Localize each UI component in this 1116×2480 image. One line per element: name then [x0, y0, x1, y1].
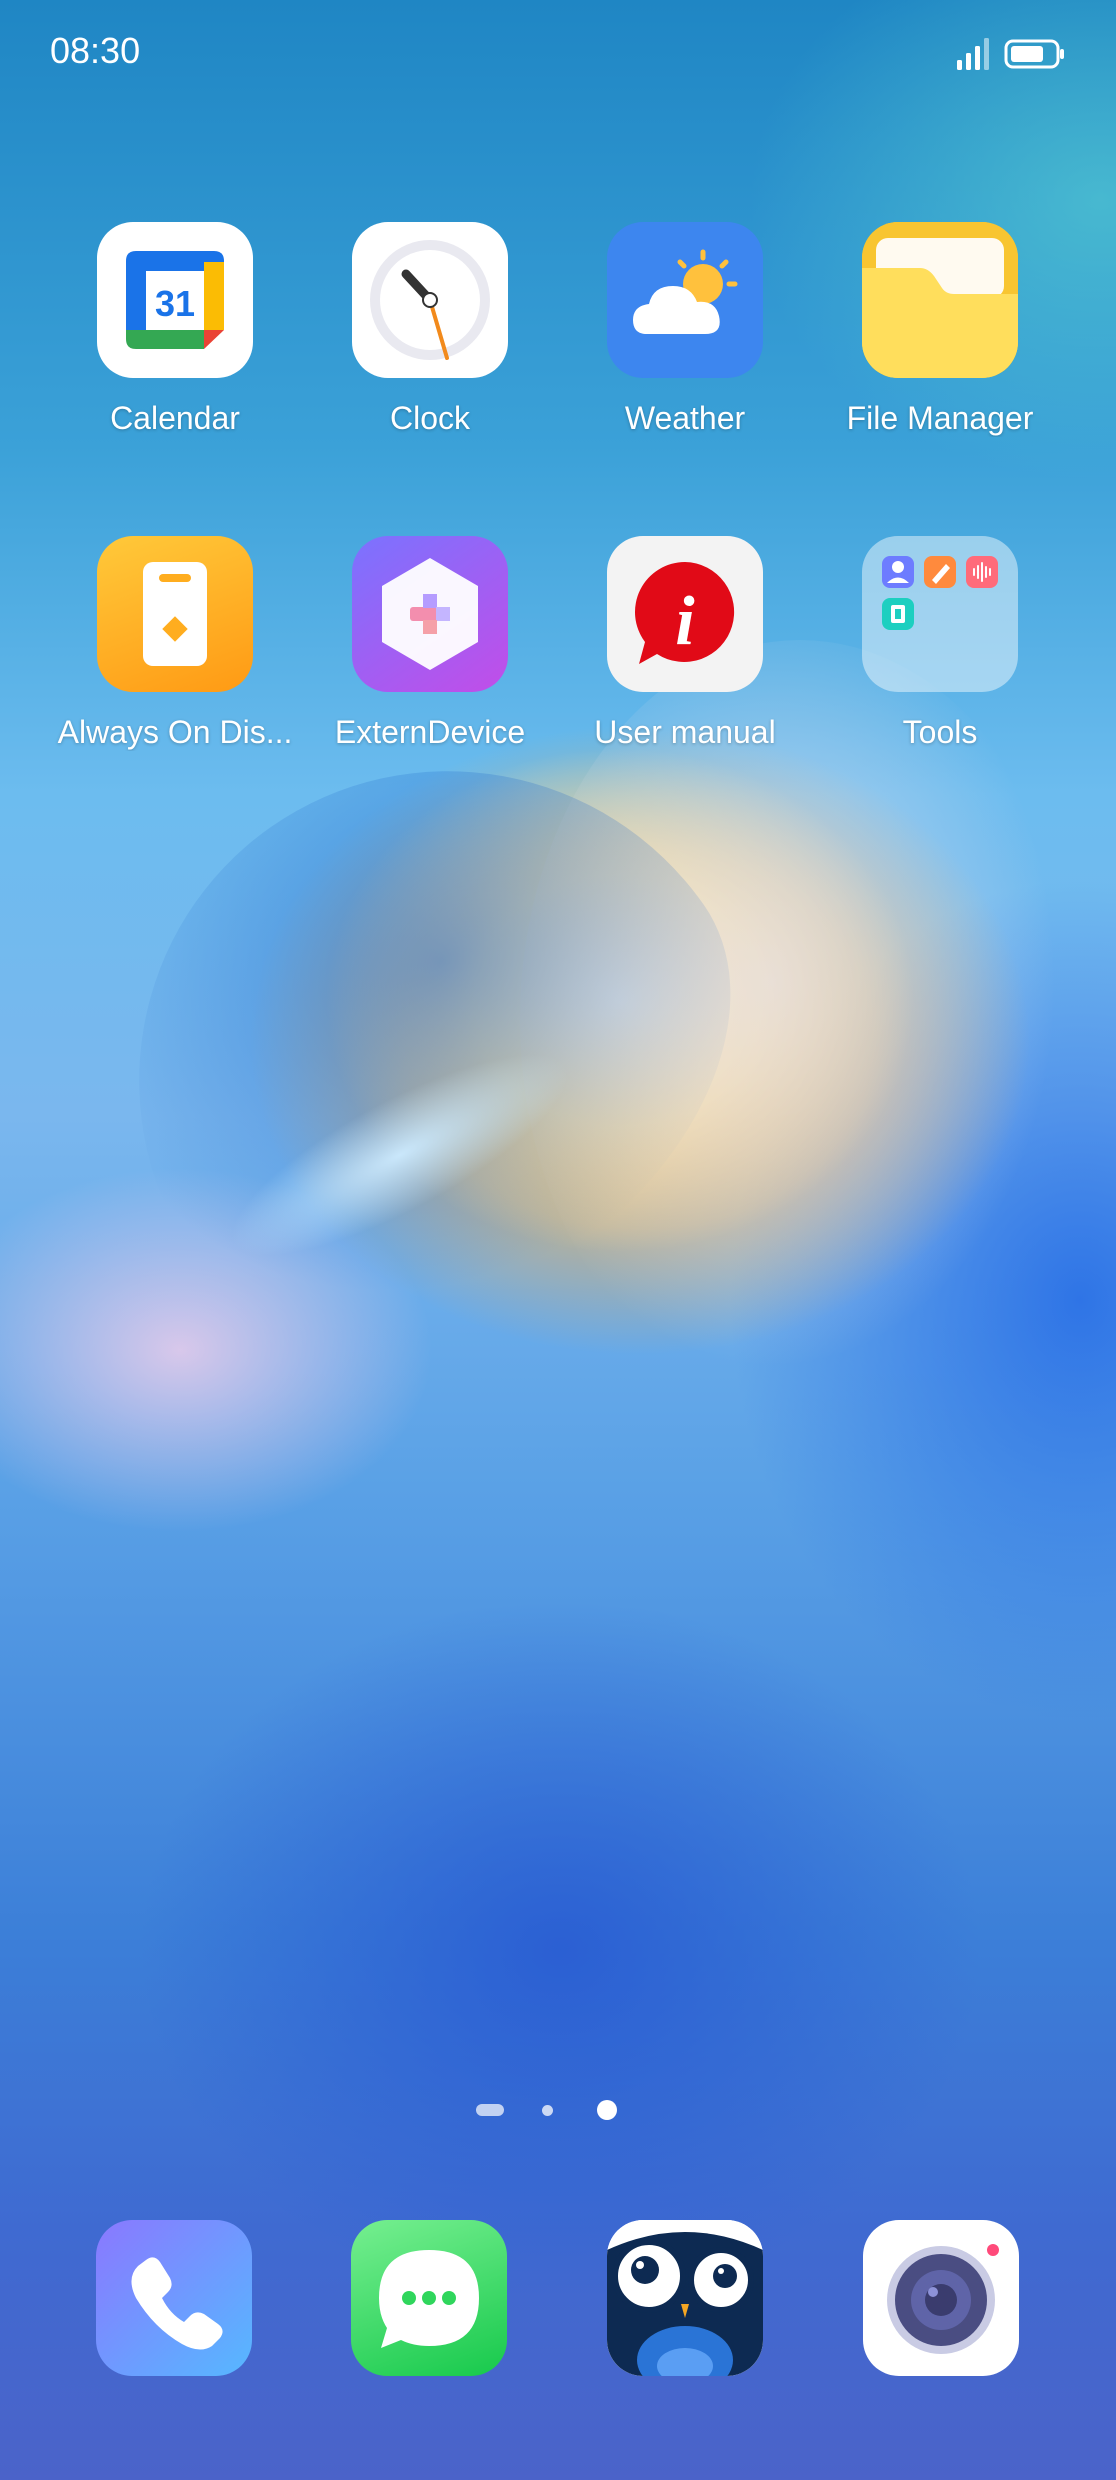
app-clock[interactable]: Clock — [305, 222, 555, 437]
messages-icon[interactable] — [351, 2220, 507, 2376]
app-label: ExternDevice — [334, 714, 526, 750]
always-on-display-icon — [97, 536, 253, 692]
camera-icon[interactable] — [863, 2220, 1019, 2376]
page-indicator-minus-one[interactable] — [476, 2104, 504, 2116]
folder-tools[interactable]: Tools — [815, 536, 1065, 751]
status-bar: 08:30 — [0, 0, 1116, 110]
app-label: File Manager — [846, 400, 1034, 436]
svg-text:i: i — [675, 583, 695, 660]
status-time: 08:30 — [50, 30, 141, 71]
weather-icon — [607, 222, 763, 378]
clock-icon — [352, 222, 508, 378]
phone-icon[interactable] — [96, 2220, 252, 2376]
battery-icon — [1004, 39, 1064, 69]
app-user-manual[interactable]: i User manual — [560, 536, 810, 751]
calendar-icon: 31 — [97, 222, 253, 378]
app-always-on-display[interactable]: Always On Dis... — [50, 536, 300, 751]
info-icon: i — [607, 536, 763, 692]
app-label: Clock — [389, 400, 470, 436]
app-externdevice[interactable]: ExternDevice — [305, 536, 555, 751]
page-indicator[interactable] — [0, 2098, 1116, 2122]
folder-tools-icon — [862, 536, 1018, 692]
calendar-date: 31 — [155, 283, 195, 324]
folder-icon — [862, 222, 1018, 378]
app-file-manager[interactable]: File Manager — [815, 222, 1065, 437]
home-screen: 08:30 31 Calendar Clock Weather File Man… — [0, 0, 1116, 2480]
app-label: Weather — [624, 400, 746, 436]
app-label: Always On Dis... — [57, 714, 293, 750]
gamepad-icon — [352, 536, 508, 692]
page-indicator-dot-active[interactable] — [597, 2100, 617, 2120]
cellular-signal-icon — [957, 38, 989, 70]
app-weather[interactable]: Weather — [560, 222, 810, 437]
app-label: User manual — [594, 714, 776, 750]
page-indicator-dot[interactable] — [542, 2105, 553, 2116]
owl-icon[interactable] — [607, 2220, 763, 2376]
app-label: Tools — [902, 714, 978, 750]
app-label: Calendar — [110, 400, 240, 436]
app-calendar[interactable]: 31 Calendar — [50, 222, 300, 437]
